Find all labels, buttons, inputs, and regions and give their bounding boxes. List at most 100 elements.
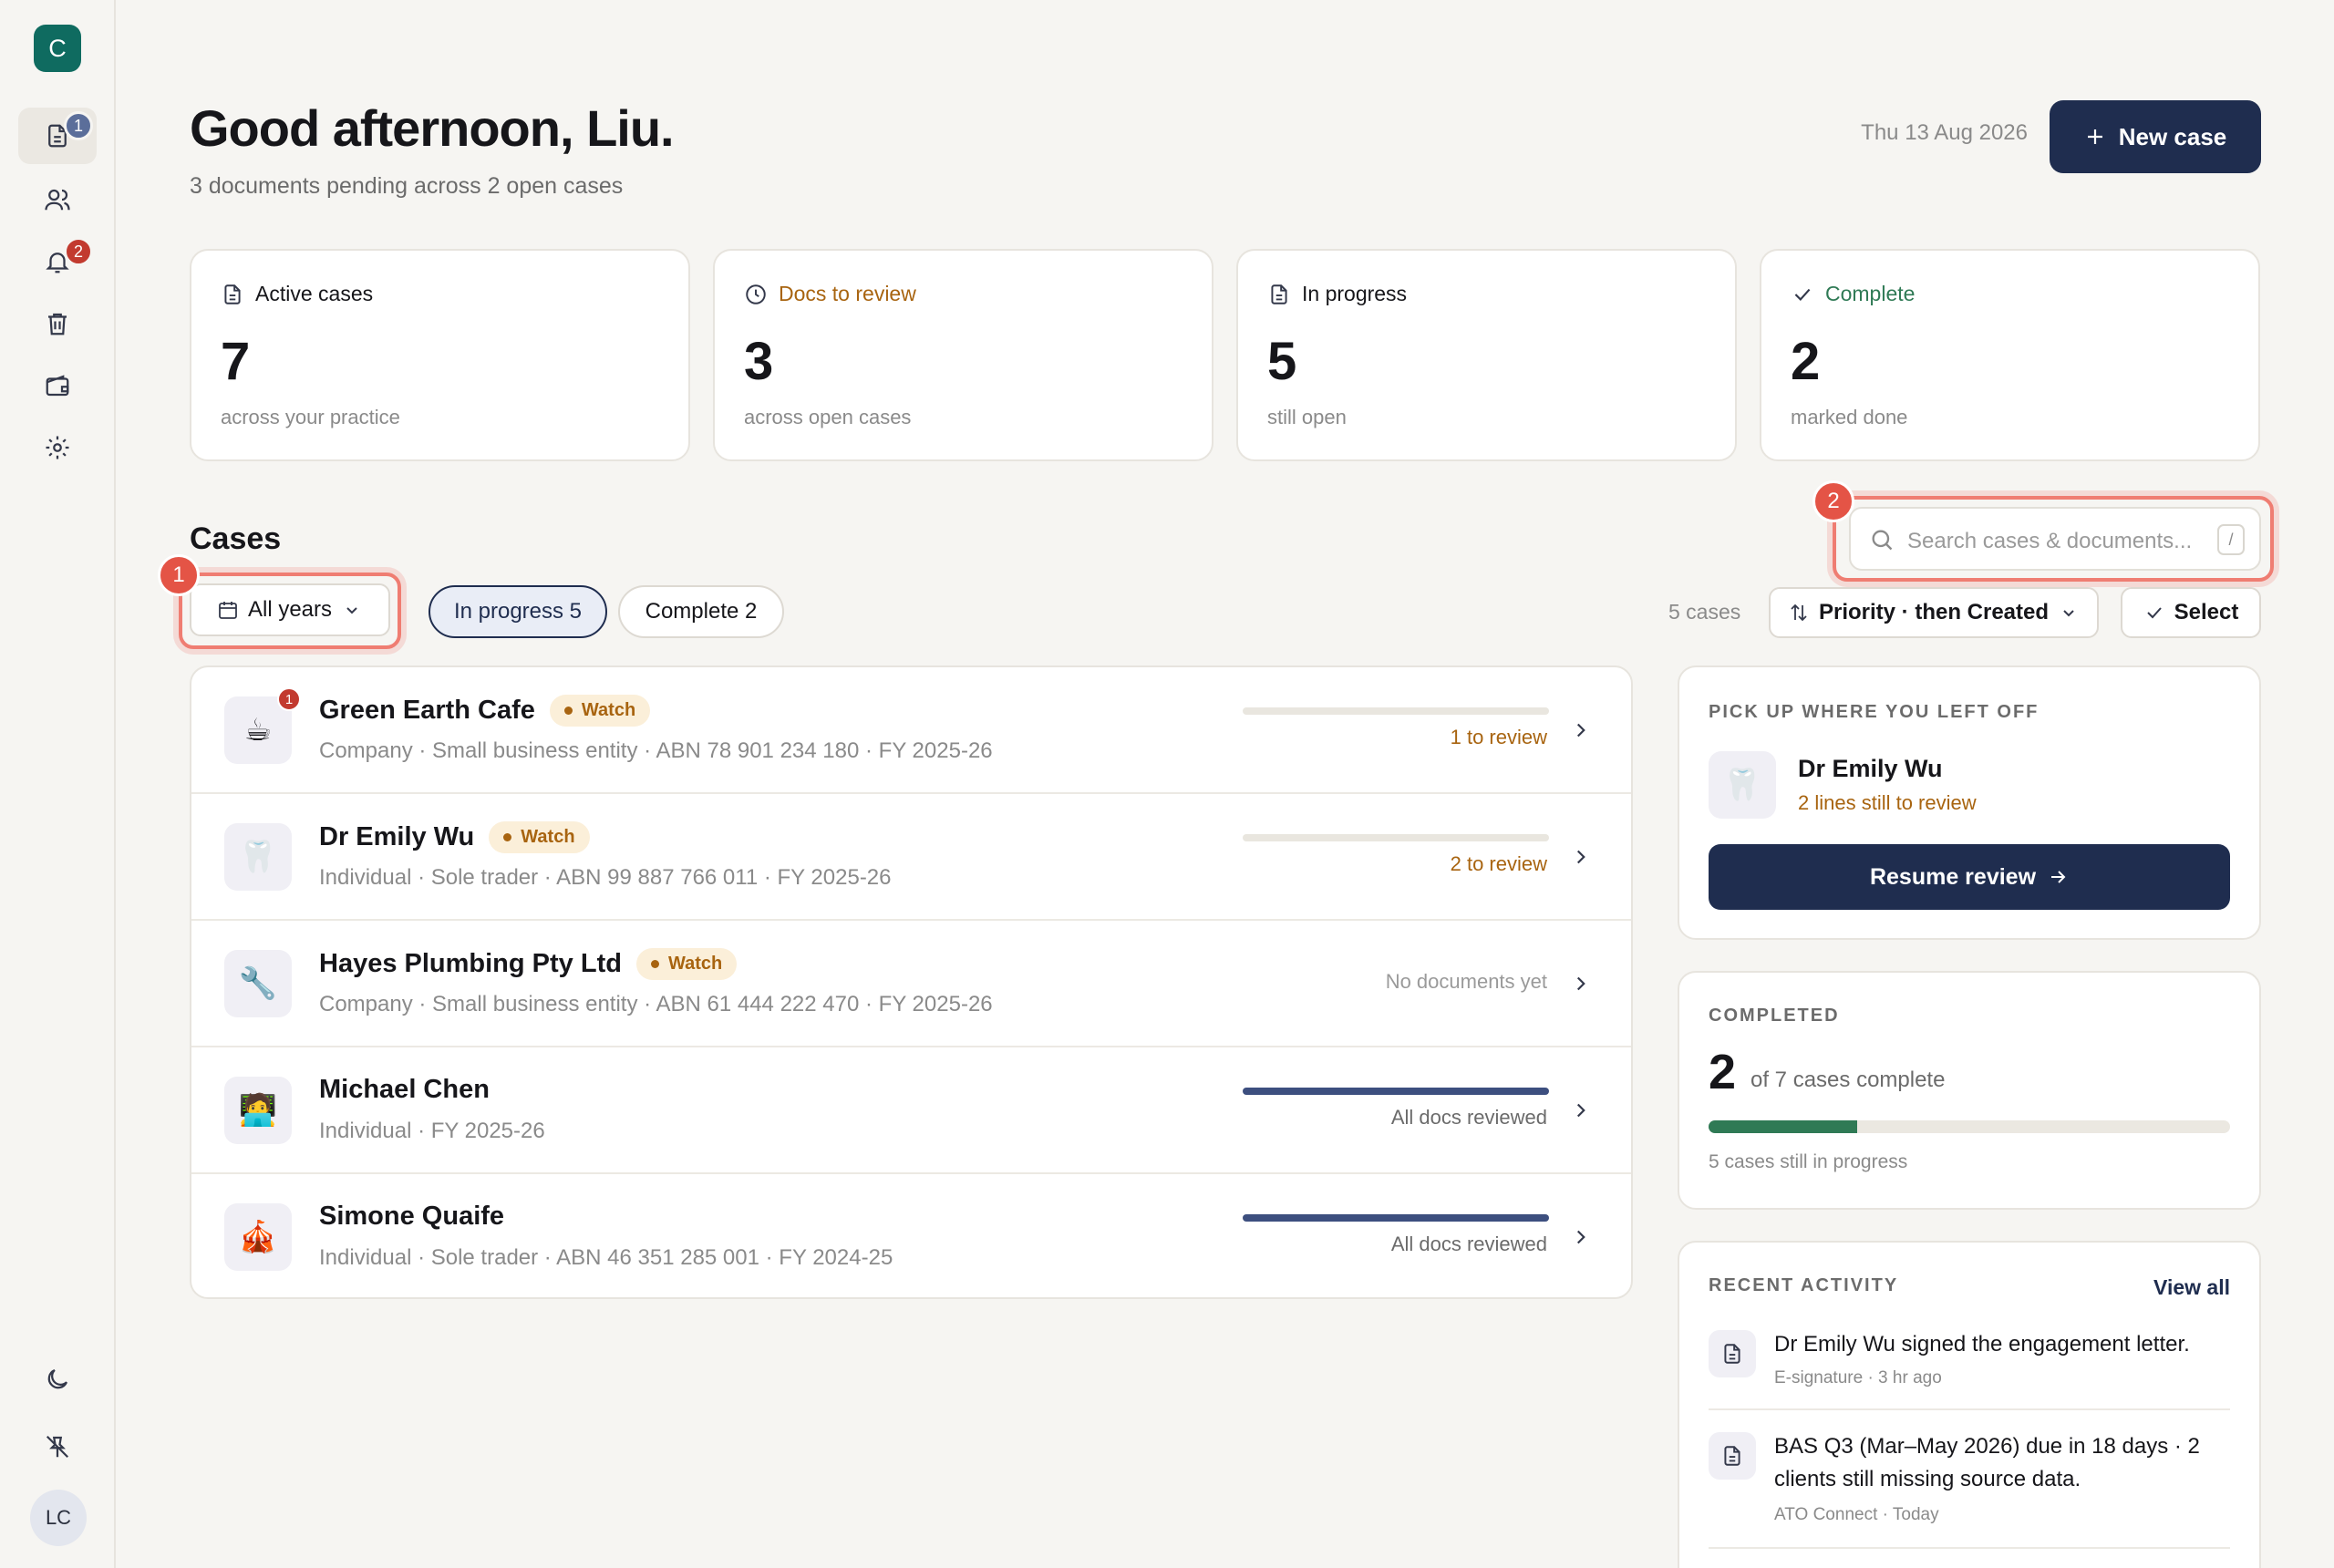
stat-label-row: Docs to review [744,282,916,306]
nav-trash[interactable] [18,295,97,352]
stat-label: Complete [1825,282,1916,305]
activity-caption: RECENT ACTIVITY [1709,1275,1899,1295]
case-row[interactable]: 🦷 Dr Emily Wu Watch Individual · Sole tr… [191,794,1631,921]
cases-list: ☕ 1 Green Earth Cafe Watch Company · Sma… [190,665,1633,1299]
check-icon [2146,607,2162,619]
nav-cases[interactable]: 1 [18,108,97,164]
case-status: 2 to review [1450,852,1547,875]
activity-icon [1709,1432,1756,1480]
clock-icon [746,284,766,304]
activity-icon [1709,1330,1756,1377]
stat-docs-to-review[interactable]: Docs to review 3 across open cases [713,249,1213,461]
resume-review-button[interactable]: Resume review [1709,844,2230,910]
stat-label-row: In progress [1267,282,1407,306]
case-meta: Individual · Sole trader · ABN 99 887 76… [319,865,892,890]
arrow-right-icon [2051,871,2066,883]
stat-value: 3 [744,332,774,391]
view-all-link[interactable]: View all [2153,1275,2230,1300]
nav-wallet[interactable] [18,357,97,414]
case-row[interactable]: 🧑‍💻 Michael Chen Individual · FY 2025-26… [191,1047,1631,1174]
current-date: Thu 13 Aug 2026 [1861,120,2028,145]
stat-in-progress[interactable]: In progress 5 still open [1236,249,1737,461]
document-icon [224,284,241,304]
nav-settings[interactable] [18,419,97,476]
case-avatar-icon: 🧑‍💻 [224,1077,292,1144]
resume-button-label: Resume review [1869,863,2037,890]
case-avatar-icon: 🔧 [224,950,292,1017]
activity-text: BAS Q3 (Mar–May 2026) due in 18 days · 2… [1774,1434,2200,1491]
page-subtitle: 3 documents pending across 2 open cases [190,173,624,199]
notifications-badge: 2 [64,237,93,266]
nav-clients[interactable] [18,171,97,228]
search-icon [1872,530,1893,551]
stat-value: 7 [221,332,251,391]
case-meta: Company · Small business entity · ABN 61… [319,992,993,1016]
user-avatar[interactable]: LC [30,1490,87,1546]
unpin-sidebar[interactable] [18,1418,97,1475]
page-title: Good afternoon, Liu. [190,99,675,157]
sidebar: C 1 2 LC [0,0,116,1568]
select-button[interactable]: Select [2121,587,2261,638]
case-row[interactable]: 🔧 Hayes Plumbing Pty Ltd Watch Company ·… [191,921,1631,1047]
stat-sub: across your practice [221,406,400,428]
moon-icon [47,1368,68,1389]
gear-icon [46,436,69,459]
stat-active-cases[interactable]: Active cases 7 across your practice [190,249,690,461]
cases-title: Cases [190,521,282,556]
case-avatar-icon: 🎪 [224,1203,292,1271]
resume-avatar-icon: 🦷 [1709,751,1776,819]
search-input[interactable]: Search cases & documents... / [1849,507,2261,571]
sort-icon [1791,603,1807,622]
case-status: 1 to review [1450,726,1547,748]
case-row[interactable]: 🎪 Simone Quaife Individual · Sole trader… [191,1174,1631,1297]
completed-progress-fill [1709,1120,1858,1133]
stat-sub: still open [1267,406,1347,428]
stat-label: In progress [1302,282,1408,305]
case-name-row: Dr Emily Wu Watch [319,821,590,853]
case-row[interactable]: ☕ 1 Green Earth Cafe Watch Company · Sma… [191,667,1631,794]
case-alert-badge: 1 [277,687,301,711]
document-icon [1724,1446,1740,1466]
case-name: Hayes Plumbing Pty Ltd [319,949,622,978]
years-dropdown[interactable]: All years [190,583,390,636]
stat-sub: marked done [1791,406,1908,428]
trash-icon [48,313,67,335]
nav-notifications[interactable]: 2 [18,233,97,290]
plus-icon [2087,129,2102,144]
pin-off-icon [46,1435,69,1459]
case-meta: Individual · Sole trader · ABN 46 351 28… [319,1245,893,1270]
activity-meta: E-signature · 3 hr ago [1774,1368,1942,1387]
sort-dropdown[interactable]: Priority · then Created [1769,587,2099,638]
document-icon [1724,1344,1740,1364]
new-case-label: New case [2118,122,2227,150]
resume-sub: 2 lines still to review [1798,791,1977,814]
completed-value: 2 [1709,1045,1737,1099]
new-case-button[interactable]: New case [2050,100,2261,173]
watch-label: Watch [521,827,575,847]
theme-toggle[interactable] [18,1351,97,1408]
filter-in-progress[interactable]: In progress 5 [429,585,607,638]
chevron-down-icon [2063,610,2074,617]
stat-label-row: Active cases [221,282,373,306]
watch-label: Watch [581,700,636,720]
filter-complete[interactable]: Complete 2 [618,585,784,638]
stat-complete[interactable]: Complete 2 marked done [1760,249,2260,461]
case-name: Green Earth Cafe [319,696,535,725]
resume-caption: PICK UP WHERE YOU LEFT OFF [1709,702,2040,722]
case-name-row: Green Earth Cafe Watch [319,695,651,727]
watch-badge: Watch [489,821,590,853]
completed-of-text: of 7 cases complete [1750,1068,1946,1092]
stat-value: 5 [1267,332,1297,391]
wallet-icon [46,375,69,397]
activity-divider [1709,1547,2230,1549]
case-name-row: Simone Quaife [319,1202,504,1232]
case-status: All docs reviewed [1390,1233,1547,1255]
case-status: No documents yet [1385,970,1547,993]
app-logo[interactable]: C [34,25,81,72]
activity-card: RECENT ACTIVITY View all Dr Emily Wu sig… [1678,1241,2261,1568]
activity-item[interactable]: BAS Q3 (Mar–May 2026) due in 18 days · 2… [1709,1430,2230,1540]
case-name-row: Hayes Plumbing Pty Ltd Watch [319,948,738,980]
activity-item[interactable]: Dr Emily Wu signed the engagement letter… [1709,1328,2230,1410]
stat-label-row: Complete [1791,282,1915,306]
chevron-right-icon [1576,1103,1585,1118]
